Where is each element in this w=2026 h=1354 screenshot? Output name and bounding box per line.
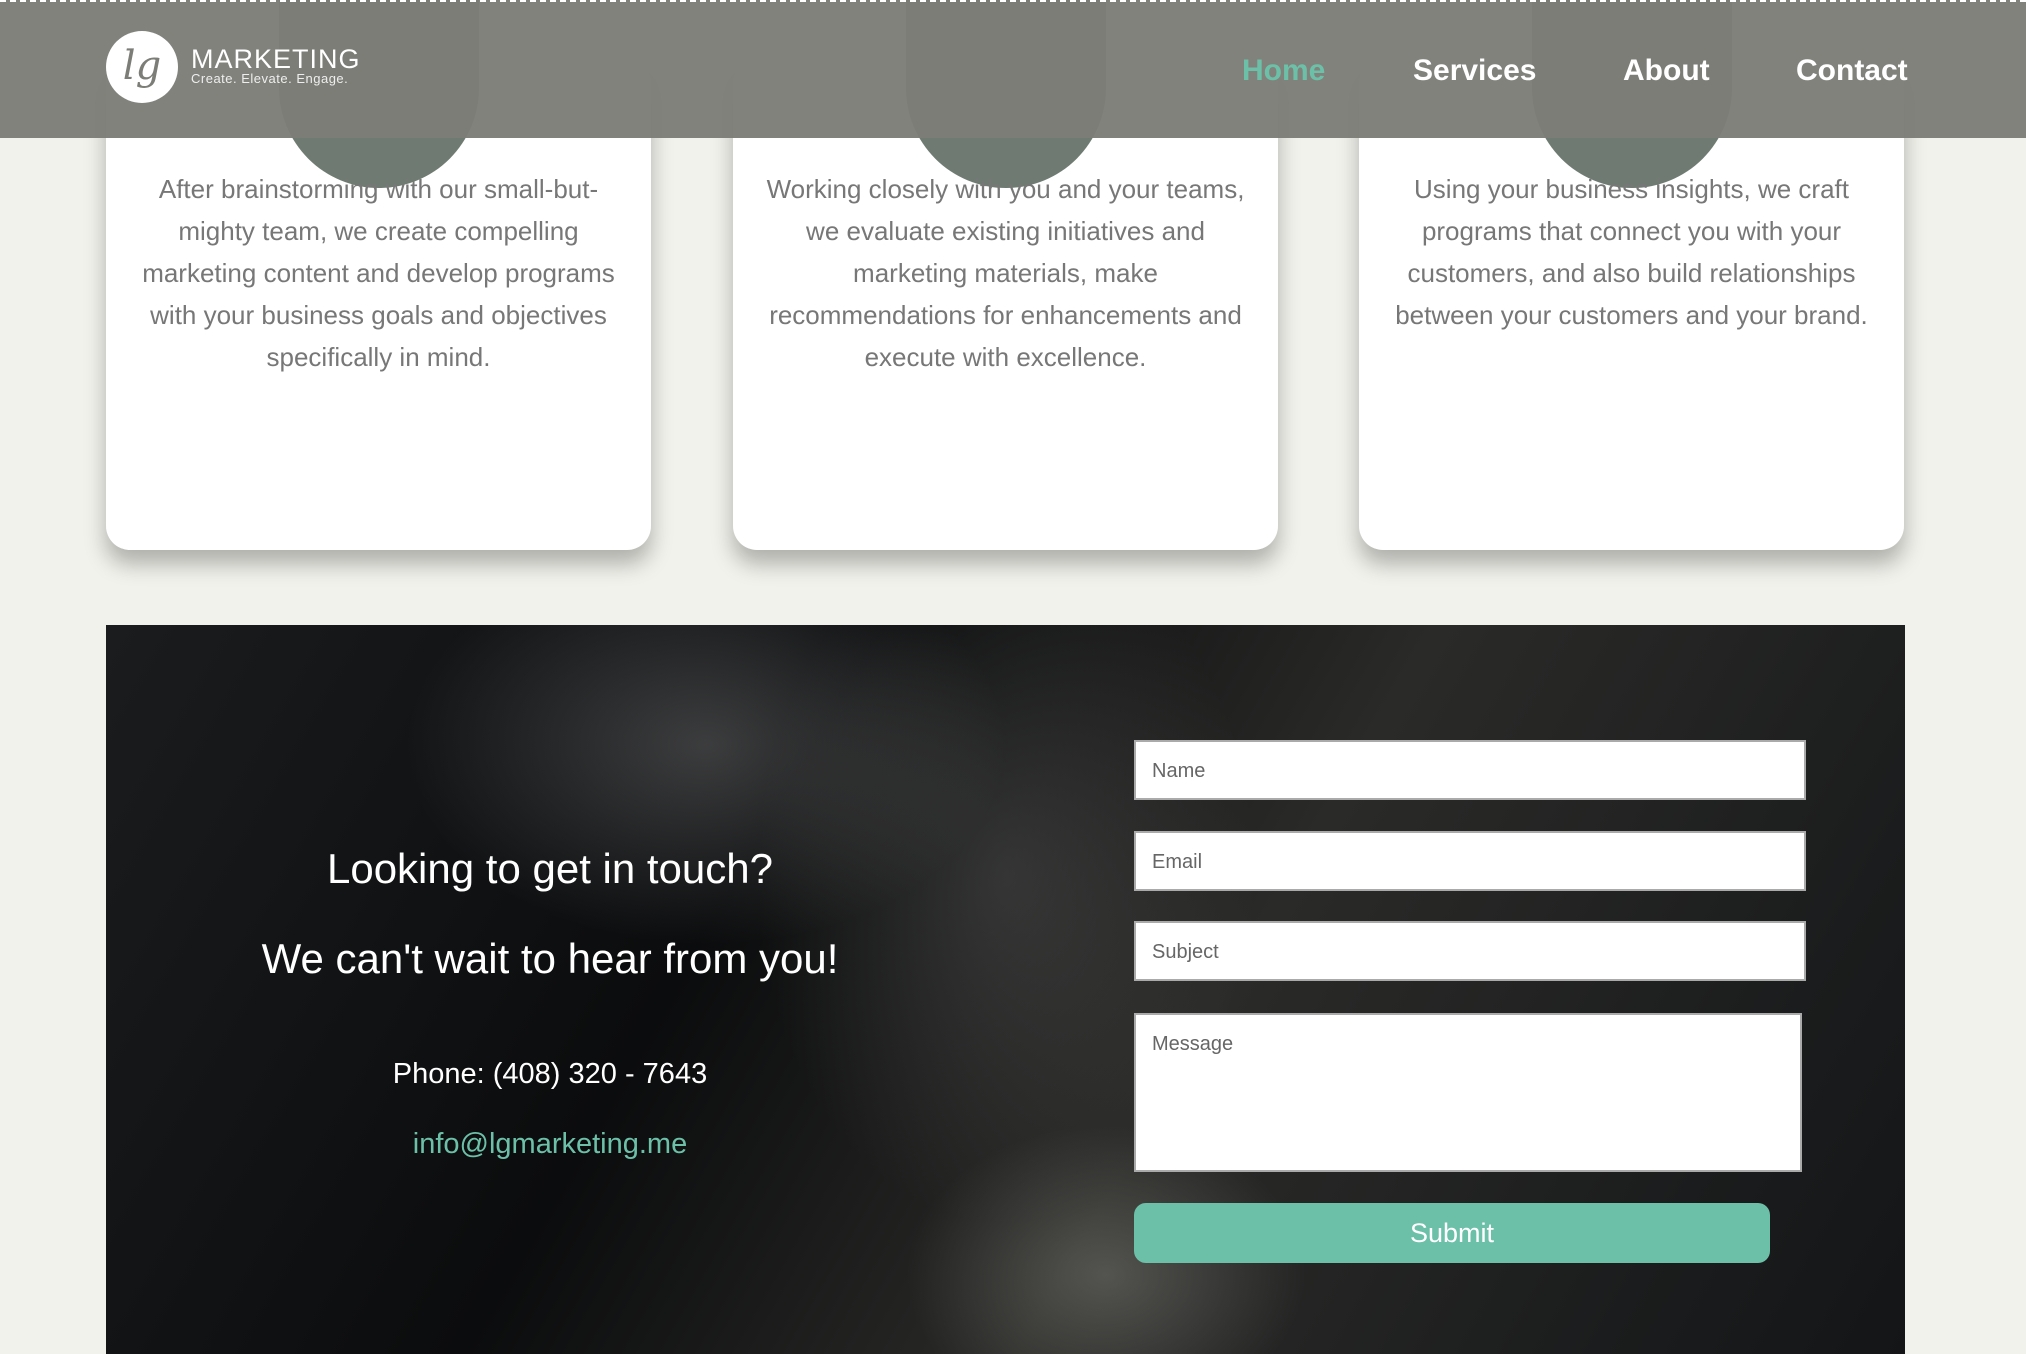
contact-phone: Phone: (408) 320 - 7643 — [392, 1058, 708, 1090]
contact-email-link[interactable]: info@lgmarketing.me — [200, 1128, 900, 1161]
nav-services[interactable]: Services — [1413, 54, 1536, 88]
message-textarea[interactable]: Message — [1134, 1013, 1802, 1172]
nav-contact[interactable]: Contact — [1796, 54, 1908, 88]
nav-about[interactable]: About — [1623, 54, 1710, 88]
top-border — [0, 0, 2026, 3]
contact-section: Looking to get in touch? We can't wait t… — [106, 625, 1905, 1354]
card-text: Working closely with you and your teams,… — [766, 174, 1245, 372]
logo[interactable]: lg — [106, 31, 178, 103]
card-text: After brainstorming with our small-but-m… — [142, 174, 615, 372]
name-input[interactable]: Name — [1134, 740, 1806, 800]
site-header: lg MARKETING Create. Elevate. Engage. Ho… — [0, 0, 2026, 138]
submit-button[interactable]: Submit — [1134, 1203, 1770, 1263]
contact-subheading: We can't wait to hear from you! — [261, 935, 839, 982]
nav-home[interactable]: Home — [1242, 54, 1325, 88]
email-input[interactable]: Email — [1134, 831, 1806, 891]
card-text: Using your business insights, we craft p… — [1395, 174, 1868, 330]
contact-heading: Looking to get in touch? — [326, 845, 773, 892]
brand-tagline: Create. Elevate. Engage. — [191, 71, 349, 86]
subject-input[interactable]: Subject — [1134, 921, 1806, 981]
